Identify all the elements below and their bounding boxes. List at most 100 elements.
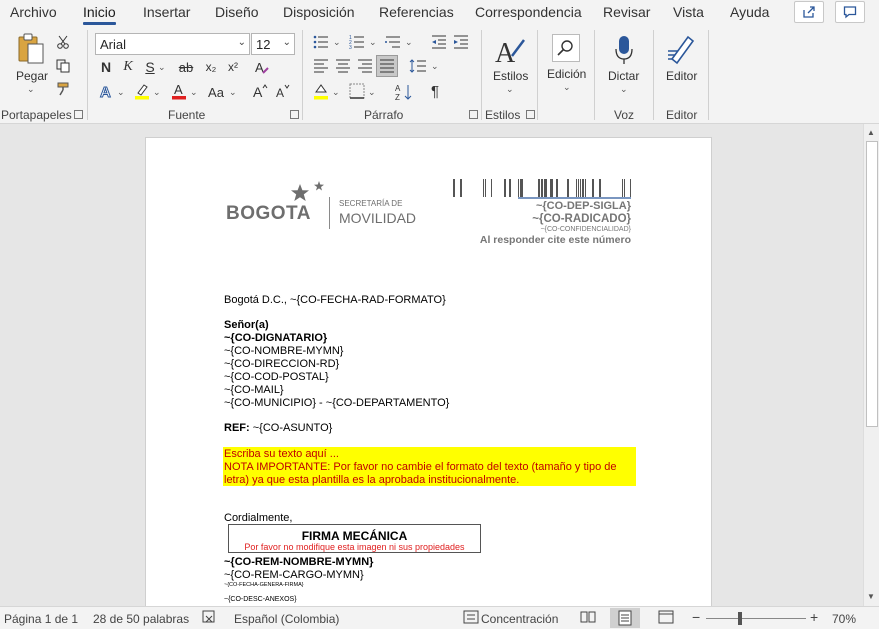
editing-label[interactable]: Edición [547, 67, 586, 81]
paragraph-launcher-icon[interactable] [469, 110, 478, 119]
bullets-icon[interactable] [312, 34, 330, 50]
text-effects-icon[interactable]: A [98, 82, 116, 100]
editor-pen-icon[interactable] [666, 32, 696, 66]
dictate-dropdown-icon[interactable]: ⌄ [620, 84, 628, 95]
menu-bar: Archivo Inicio Insertar Diseño Disposici… [0, 0, 879, 26]
styles-dropdown-icon[interactable]: ⌄ [506, 84, 514, 95]
small-star-icon [314, 181, 324, 191]
tab-insertar[interactable]: Insertar [143, 4, 190, 20]
dictate-label[interactable]: Dictar [608, 69, 639, 83]
shrink-font-icon[interactable]: A [274, 82, 292, 100]
scroll-up-icon[interactable]: ▲ [867, 128, 875, 137]
tab-diseno[interactable]: Diseño [215, 4, 259, 20]
multilevel-list-icon[interactable] [384, 34, 402, 50]
decrease-indent-icon[interactable] [430, 34, 448, 50]
chevron-down-icon: ⌄ [237, 37, 246, 48]
tab-revisar[interactable]: Revisar [603, 4, 650, 20]
tab-disposicion[interactable]: Disposición [283, 4, 355, 20]
change-case-button[interactable]: Aa [206, 83, 226, 101]
focus-icon[interactable] [463, 610, 479, 627]
multilevel-dropdown-icon[interactable]: ⌄ [405, 37, 413, 48]
underline-dropdown-icon[interactable]: ⌄ [158, 62, 166, 73]
clipboard-launcher-icon[interactable] [74, 110, 83, 119]
microphone-icon[interactable] [612, 33, 636, 67]
print-layout-button[interactable] [610, 608, 640, 628]
italic-button[interactable]: K [120, 58, 136, 76]
copy-icon[interactable] [55, 58, 71, 74]
borders-icon[interactable] [348, 82, 366, 100]
increase-indent-icon[interactable] [452, 34, 470, 50]
page-count[interactable]: Página 1 de 1 [4, 612, 78, 626]
grow-font-icon[interactable]: A [251, 82, 269, 100]
clear-formatting-icon[interactable]: A [253, 58, 271, 76]
subscript-button[interactable]: x₂ [203, 58, 219, 76]
tab-vista[interactable]: Vista [673, 4, 704, 20]
numbering-icon[interactable]: 123 [348, 34, 366, 50]
superscript-button[interactable]: x² [225, 58, 241, 76]
font-color-dropdown-icon[interactable]: ⌄ [190, 87, 198, 98]
svg-text:3: 3 [349, 45, 352, 49]
line-spacing-icon[interactable] [408, 58, 428, 74]
justify-icon[interactable] [376, 55, 398, 77]
comments-button[interactable] [835, 1, 865, 23]
underline-button[interactable]: S [142, 58, 158, 76]
bullets-dropdown-icon[interactable]: ⌄ [333, 37, 341, 48]
zoom-in-icon[interactable]: + [810, 609, 818, 625]
align-center-icon[interactable] [334, 58, 352, 74]
bold-button[interactable]: N [98, 58, 114, 76]
font-name-combo[interactable]: Arial ⌄ [95, 33, 250, 55]
strikethrough-button[interactable]: ab [176, 58, 196, 76]
shading-dropdown-icon[interactable]: ⌄ [332, 87, 340, 98]
shading-icon[interactable] [312, 82, 330, 100]
paste-dropdown-icon[interactable]: ⌄ [27, 84, 35, 95]
separator [87, 30, 88, 120]
tab-referencias[interactable]: Referencias [379, 4, 454, 20]
focus-mode-label[interactable]: Concentración [481, 612, 558, 626]
tab-ayuda[interactable]: Ayuda [730, 4, 769, 20]
zoom-level[interactable]: 70% [832, 612, 856, 626]
align-right-icon[interactable] [356, 58, 374, 74]
highlight-color-icon[interactable] [133, 82, 151, 100]
line-spacing-dropdown-icon[interactable]: ⌄ [431, 61, 439, 72]
sort-icon[interactable]: AZ [394, 82, 414, 102]
search-icon[interactable] [552, 34, 580, 62]
tab-archivo[interactable]: Archivo [10, 4, 57, 20]
show-formatting-icon[interactable]: ¶ [426, 82, 444, 100]
styles-label[interactable]: Estilos [493, 69, 528, 83]
document-area[interactable]: BOGOTA SECRETARÍA DE MOVILIDAD ~{CO-DEP-… [0, 124, 863, 606]
font-color-icon[interactable]: A [170, 82, 188, 100]
vertical-scrollbar[interactable]: ▲ ▼ [863, 124, 879, 606]
styles-icon[interactable]: A [494, 34, 526, 68]
share-button[interactable] [794, 1, 824, 23]
bogota-logo: BOGOTA SECRETARÍA DE MOVILIDAD [226, 181, 426, 231]
read-mode-icon[interactable] [580, 610, 596, 627]
font-launcher-icon[interactable] [290, 110, 299, 119]
highlight-dropdown-icon[interactable]: ⌄ [153, 87, 161, 98]
proofing-icon[interactable] [202, 610, 218, 627]
word-count[interactable]: 28 de 50 palabras [93, 612, 189, 626]
web-layout-icon[interactable] [658, 610, 674, 627]
styles-launcher-icon[interactable] [526, 110, 535, 119]
scroll-down-icon[interactable]: ▼ [867, 592, 875, 601]
scroll-thumb[interactable] [866, 141, 878, 427]
document-page[interactable]: BOGOTA SECRETARÍA DE MOVILIDAD ~{CO-DEP-… [145, 137, 712, 606]
recipient-nombre: ~{CO-NOMBRE-MYMN} [224, 345, 344, 357]
editor-label[interactable]: Editor [666, 69, 697, 83]
cut-icon[interactable] [55, 34, 71, 50]
format-painter-icon[interactable] [55, 81, 71, 97]
borders-dropdown-icon[interactable]: ⌄ [368, 87, 376, 98]
change-case-dropdown-icon[interactable]: ⌄ [229, 87, 237, 98]
text-effects-dropdown-icon[interactable]: ⌄ [117, 87, 125, 98]
language-status[interactable]: Español (Colombia) [234, 612, 339, 626]
align-left-icon[interactable] [312, 58, 330, 74]
font-size-combo[interactable]: 12 ⌄ [251, 33, 295, 55]
tab-inicio[interactable]: Inicio [83, 4, 116, 25]
zoom-slider[interactable] [706, 618, 806, 619]
tab-correspondencia[interactable]: Correspondencia [475, 4, 582, 20]
zoom-out-icon[interactable]: − [692, 609, 700, 625]
paste-icon[interactable] [16, 32, 46, 66]
editing-dropdown-icon[interactable]: ⌄ [563, 82, 571, 93]
zoom-slider-handle[interactable] [738, 612, 742, 625]
numbering-dropdown-icon[interactable]: ⌄ [369, 37, 377, 48]
separator [653, 30, 654, 120]
